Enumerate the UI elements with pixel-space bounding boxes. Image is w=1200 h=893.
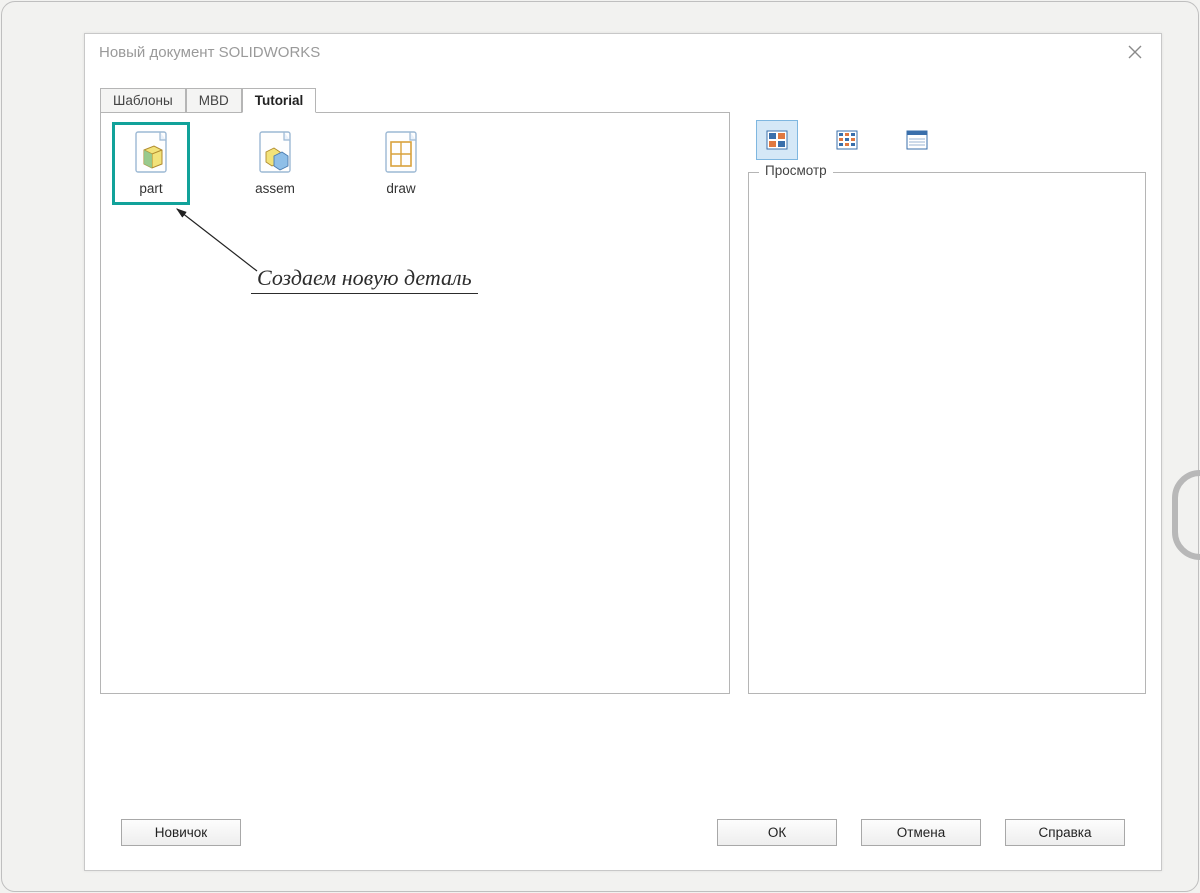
template-part[interactable]: part	[115, 125, 187, 202]
draw-icon	[381, 129, 421, 177]
cancel-button[interactable]: Отмена	[861, 819, 981, 846]
view-list-button[interactable]	[826, 120, 868, 160]
part-icon	[131, 129, 171, 177]
template-draw[interactable]: draw	[365, 129, 437, 196]
titlebar: Новый документ SOLIDWORKS	[85, 34, 1161, 70]
assem-icon	[255, 129, 295, 177]
new-document-dialog: Новый документ SOLIDWORKS Шаблоны MBD Tu…	[84, 33, 1162, 871]
template-part-label: part	[139, 181, 162, 196]
dialog-footer: Новичок ОК Отмена Справка	[85, 819, 1161, 846]
template-assem-label: assem	[255, 181, 295, 196]
view-mode-toolbar	[748, 112, 1146, 168]
template-assem[interactable]: assem	[239, 129, 311, 196]
ok-button[interactable]: ОК	[717, 819, 837, 846]
preview-legend: Просмотр	[759, 163, 833, 178]
novice-button[interactable]: Новичок	[121, 819, 241, 846]
dialog-title: Новый документ SOLIDWORKS	[99, 44, 320, 61]
decorative-edge	[1172, 470, 1200, 560]
view-large-icons-button[interactable]	[756, 120, 798, 160]
view-details-button[interactable]	[896, 120, 938, 160]
tab-templates[interactable]: Шаблоны	[100, 88, 186, 113]
annotation-text: Создаем новую деталь	[251, 265, 478, 294]
help-button[interactable]: Справка	[1005, 819, 1125, 846]
tab-bar: Шаблоны MBD Tutorial	[100, 88, 1161, 113]
close-icon[interactable]	[1123, 40, 1147, 64]
template-list-pane: part assem	[100, 112, 730, 694]
tab-tutorial[interactable]: Tutorial	[242, 88, 317, 113]
tab-mbd[interactable]: MBD	[186, 88, 242, 113]
preview-panel: Просмотр	[748, 172, 1146, 694]
template-draw-label: draw	[386, 181, 415, 196]
